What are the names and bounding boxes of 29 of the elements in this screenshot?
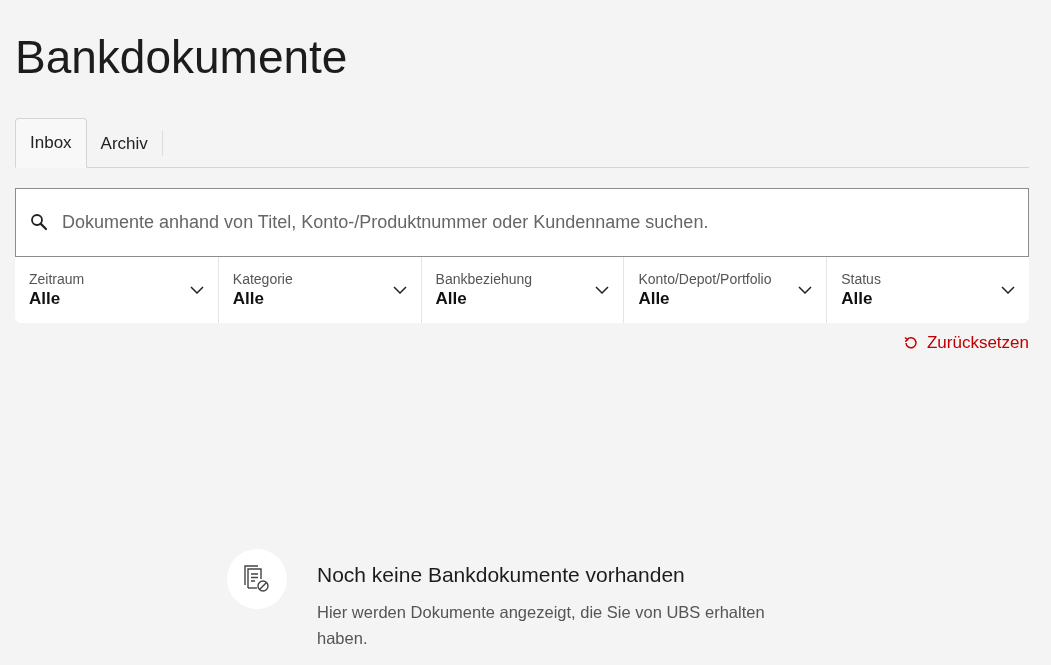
filter-dropdown[interactable]: Zeitraum Alle [15,257,218,323]
chevron-down-icon [1001,286,1015,294]
tab[interactable]: Inbox [15,118,87,168]
filter-dropdown[interactable]: Kategorie Alle [217,257,421,323]
document-blocked-icon [244,565,270,593]
filter-label: Status [841,271,882,287]
empty-state-text: Hier werden Dokumente angezeigt, die Sie von UBS erhalten haben. [317,602,766,649]
filter-label: Bankbeziehung [435,271,534,287]
filter-value: Alle [29,289,62,309]
filter-label: Konto/Depot/Portfolio [638,271,773,287]
chevron-down-icon [392,286,407,294]
filter-dropdown[interactable]: Konto/Depot/Portfolio Alle [623,257,827,323]
filter-value: Alle [232,289,265,309]
filter-value: Alle [841,289,874,309]
chevron-down-icon [798,286,813,294]
filter-label: Kategorie [232,271,294,287]
reset-icon [903,336,918,350]
reset-link[interactable]: Zurücksetzen [903,333,1029,353]
filter-dropdown[interactable]: Bankbeziehung Alle [420,257,624,323]
chevron-down-icon [595,286,610,294]
filter-dropdown[interactable]: Status Alle [826,257,1029,323]
chevron-down-icon [189,286,204,294]
search-field[interactable]: Dokumente anhand von Titel, Konto-/Produktnummer oder Kundenname suchen. [15,188,1029,257]
filter-value: Alle [435,289,468,309]
tab[interactable]: Archiv [86,131,163,156]
empty-state-title: Noch keine Bankdokumente vorhanden [317,563,686,587]
filter-label: Zeitraum [29,271,86,287]
filter-value: Alle [638,289,671,309]
page-title: Bankdokumente [15,30,349,85]
